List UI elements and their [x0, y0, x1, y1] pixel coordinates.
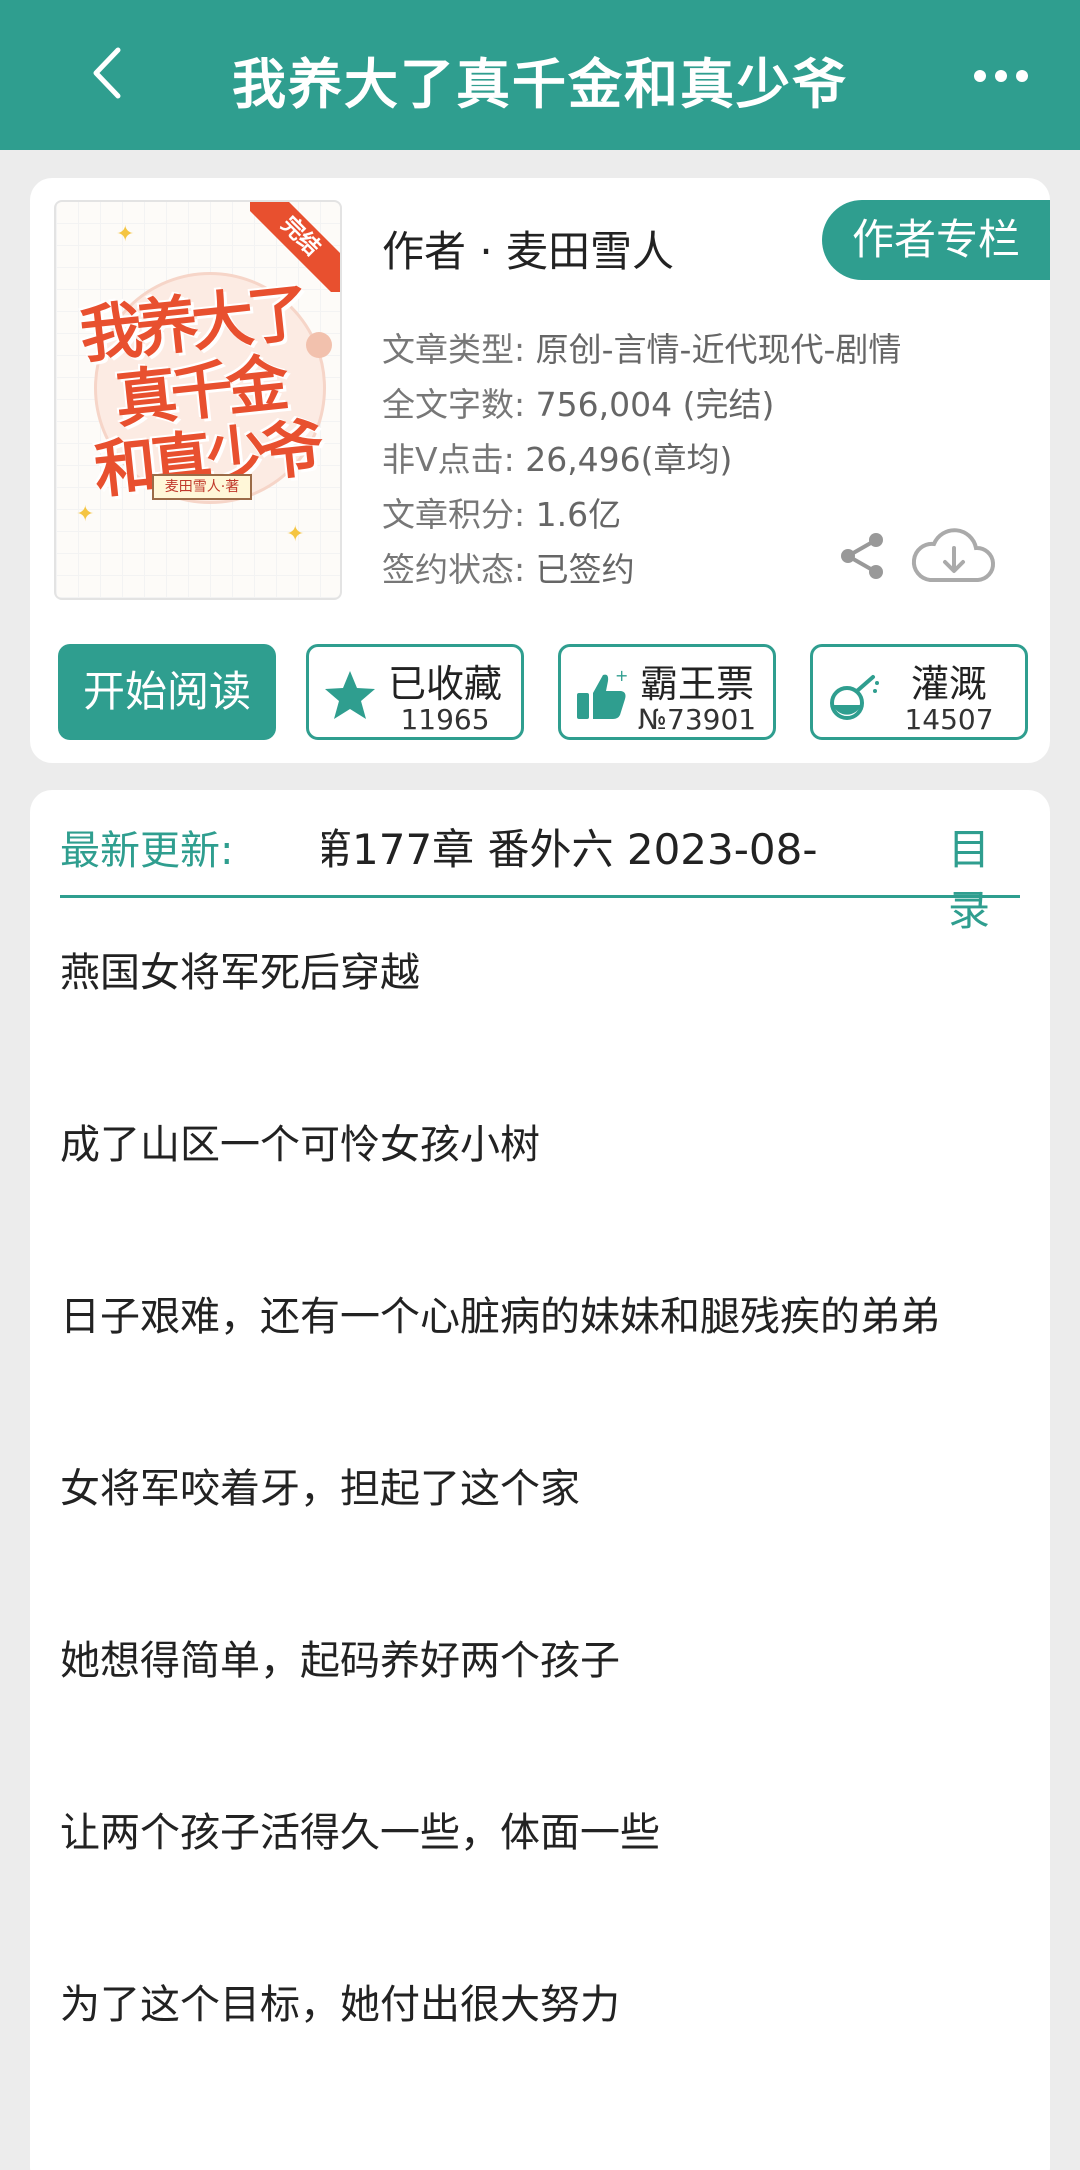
- description-paragraph: 日子艰难，还有一个心脏病的妹妹和腿残疾的弟弟: [60, 1294, 940, 1340]
- book-meta: 文章类型: 原创-言情-近代现代-剧情 全文字数: 756,004 (完结) 非…: [382, 322, 901, 597]
- thumbs-up-icon: +: [577, 667, 628, 719]
- irrigate-button[interactable]: 灌溉 14507: [810, 644, 1028, 740]
- meta-sign-status: 签约状态: 已签约: [382, 542, 901, 597]
- share-icon[interactable]: [836, 530, 888, 582]
- irrigate-label: 灌溉: [910, 662, 987, 706]
- back-icon: [93, 47, 121, 99]
- description-paragraph: 成了山区一个可怜女孩小树: [60, 1122, 540, 1168]
- cover-star-icon: ✦: [286, 522, 305, 547]
- star-icon: [325, 671, 375, 719]
- book-info-card: ✦ ✦ ✦ 我养大了 真千金 和真少爷 麦田雪人·著 完结 作者 · 麦田雪人 …: [30, 178, 1050, 763]
- meta-clicks: 非Ⅴ点击: 26,496(章均): [382, 432, 901, 487]
- cover-author-tag: 麦田雪人·著: [152, 474, 252, 500]
- table-of-contents-button[interactable]: 目录: [948, 816, 1020, 938]
- description-paragraph: 燕国女将军死后穿越: [60, 950, 420, 996]
- latest-update-text: 第177章 番外六 2023-08-: [322, 825, 818, 874]
- meta-key: 签约状态:: [382, 550, 526, 589]
- meta-key: 全文字数:: [382, 385, 526, 424]
- favorite-count: 11965: [400, 703, 490, 736]
- book-description: 燕国女将军死后穿越 成了山区一个可怜女孩小树 日子艰难，还有一个心脏病的妹妹和腿…: [60, 930, 1030, 2048]
- top-bar: 我养大了真千金和真少爷: [0, 0, 1080, 150]
- download-icon[interactable]: [910, 524, 996, 588]
- latest-update-label: 最新更新:: [60, 828, 234, 874]
- latest-update-link[interactable]: 第177章 番外六 2023-08-: [322, 816, 922, 877]
- description-paragraph: 她想得简单，起码养好两个孩子: [60, 1638, 620, 1684]
- meta-word-count: 全文字数: 756,004 (完结): [382, 377, 901, 432]
- page-title: 我养大了真千金和真少爷: [232, 53, 848, 116]
- meta-key: 非Ⅴ点击:: [382, 440, 515, 479]
- meta-genre: 文章类型: 原创-言情-近代现代-剧情: [382, 322, 901, 377]
- meta-score: 文章积分: 1.6亿: [382, 487, 901, 542]
- meta-value: 已签约: [535, 550, 635, 589]
- description-paragraph: 为了这个目标，她付出很大努力: [60, 1982, 620, 2028]
- cover-title: 我养大了 真千金 和真少爷: [56, 276, 340, 507]
- author-name[interactable]: 作者 · 麦田雪人: [382, 218, 674, 279]
- content-card: 最新更新: 第177章 番外六 2023-08- 目录 燕国女将军死后穿越 成了…: [30, 790, 1050, 2170]
- description-paragraph: 女将军咬着牙，担起了这个家: [60, 1466, 580, 1512]
- meta-key: 文章积分:: [382, 495, 526, 534]
- watering-can-icon: [830, 675, 879, 720]
- overlord-ticket-button[interactable]: + 霸王票 №73901: [558, 644, 776, 740]
- overlord-ticket-count: №73901: [637, 703, 757, 736]
- action-buttons: 开始阅读 已收藏 11965 + 霸王票 №73901 灌溉 14507: [58, 644, 1028, 740]
- back-button[interactable]: [78, 38, 138, 108]
- author-column-button[interactable]: 作者专栏: [822, 200, 1050, 280]
- completed-badge: 完结: [250, 202, 340, 292]
- description-paragraph: 让两个孩子活得久一些，体面一些: [60, 1810, 660, 1856]
- irrigate-count: 14507: [904, 703, 994, 736]
- meta-value: 756,004 (完结): [535, 385, 775, 424]
- more-icon: [974, 70, 1028, 82]
- overlord-ticket-label: 霸王票: [639, 662, 754, 706]
- more-button[interactable]: [966, 56, 1036, 96]
- meta-value: 原创-言情-近代现代-剧情: [535, 330, 902, 369]
- cover-star-icon: ✦: [116, 222, 135, 247]
- start-reading-button[interactable]: 开始阅读: [58, 644, 276, 740]
- latest-update-row: 最新更新: 第177章 番外六 2023-08- 目录: [60, 790, 1020, 935]
- completed-ribbon: 完结: [250, 202, 340, 292]
- meta-value: 1.6亿: [535, 495, 622, 534]
- favorite-label: 已收藏: [387, 662, 502, 706]
- book-cover[interactable]: ✦ ✦ ✦ 我养大了 真千金 和真少爷 麦田雪人·著 完结: [54, 200, 342, 600]
- favorite-button[interactable]: 已收藏 11965: [306, 644, 524, 740]
- meta-key: 文章类型:: [382, 330, 526, 369]
- meta-value: 26,496(章均): [525, 440, 733, 479]
